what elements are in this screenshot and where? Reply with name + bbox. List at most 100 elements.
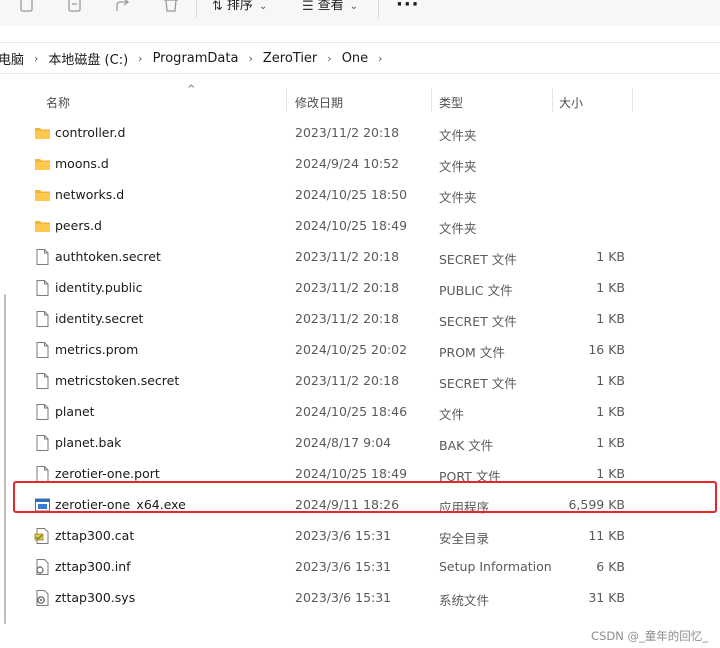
file-date: 2024/10/25 18:50 [295, 187, 408, 202]
file-name: networks.d [55, 187, 125, 202]
address-bar[interactable]: 电脑 › 本地磁盘 (C:) › ProgramData › ZeroTier … [0, 42, 720, 74]
scrollbar[interactable] [4, 294, 6, 624]
file-icon [34, 341, 51, 359]
breadcrumb-this-pc[interactable]: 电脑 [0, 49, 28, 68]
more-options-button[interactable]: ··· [396, 0, 420, 15]
breadcrumb-one[interactable]: One [338, 51, 372, 66]
delete-icon[interactable] [160, 0, 182, 14]
file-row[interactable]: zttap300.inf 2023/3/6 15:31 Setup Informat… [28, 552, 720, 583]
file-row[interactable]: zttap300.sys 2023/3/6 15:31 系统文件 31 KB [28, 583, 720, 614]
file-size: 11 KB [588, 528, 625, 543]
chevron-right-icon[interactable]: › [321, 52, 337, 65]
paste-icon[interactable] [64, 0, 86, 14]
share-icon[interactable] [112, 0, 134, 14]
file-icon [34, 279, 51, 297]
file-row[interactable]: authtoken.secret 2023/11/2 20:18 SECRET 文件… [28, 242, 720, 273]
file-date: 2024/10/25 20:02 [295, 342, 408, 357]
file-type: SECRET 文件 [439, 314, 517, 329]
file-date: 2023/11/2 20:18 [295, 249, 400, 264]
column-divider[interactable] [632, 88, 633, 112]
file-icon [34, 372, 51, 390]
file-icon [34, 310, 51, 328]
folder-icon [34, 186, 51, 204]
file-type: SECRET 文件 [439, 252, 517, 267]
file-name: identity.public [55, 280, 143, 295]
file-row[interactable]: metrics.prom 2024/10/25 20:02 PROM 文件 16 KB [28, 335, 720, 366]
file-type: BAK 文件 [439, 438, 494, 453]
chevron-down-icon: ⌄ [258, 0, 268, 12]
file-date: 2023/11/2 20:18 [295, 373, 400, 388]
file-row[interactable]: controller.d 2023/11/2 20:18 文件夹 [28, 118, 720, 149]
chevron-right-icon[interactable]: › [28, 52, 44, 65]
file-row[interactable]: identity.secret 2023/11/2 20:18 SECRET 文件 1… [28, 304, 720, 335]
file-date: 2023/3/6 15:31 [295, 559, 392, 574]
chevron-right-icon[interactable]: › [242, 52, 258, 65]
file-date: 2023/3/6 15:31 [295, 528, 392, 543]
file-name: planet [55, 404, 95, 419]
sys-icon [34, 589, 51, 607]
file-type: Setup Information [439, 559, 552, 574]
file-date: 2024/8/17 9:04 [295, 435, 392, 450]
file-name: zttap300.cat [55, 528, 135, 543]
column-name[interactable]: 名称 [46, 94, 70, 111]
file-date: 2024/9/24 10:52 [295, 156, 400, 171]
folder-icon [34, 155, 51, 173]
file-size: 1 KB [596, 435, 625, 450]
file-row[interactable]: moons.d 2024/9/24 10:52 文件夹 [28, 149, 720, 180]
file-icon [34, 434, 51, 452]
breadcrumb-zerotier[interactable]: ZeroTier [259, 51, 321, 66]
file-name: controller.d [55, 125, 126, 140]
command-bar: ⇅ 排序 ⌄ ☰ 查看 ⌄ ··· [0, 0, 720, 26]
file-date: 2023/11/2 20:18 [295, 125, 400, 140]
copy-icon[interactable] [16, 0, 38, 14]
column-type[interactable]: 类型 [439, 94, 463, 111]
file-name: zttap300.inf [55, 559, 131, 574]
file-type: 文件夹 [439, 128, 477, 143]
view-button[interactable]: ☰ 查看 ⌄ [302, 0, 358, 15]
file-type: PROM 文件 [439, 345, 505, 360]
view-icon: ☰ [302, 0, 314, 14]
chevron-right-icon[interactable]: › [372, 52, 388, 65]
file-type: SECRET 文件 [439, 376, 517, 391]
file-date: 2024/10/25 18:49 [295, 466, 408, 481]
chevron-right-icon[interactable]: › [132, 52, 148, 65]
watermark: CSDN @_童年的回忆_ [591, 629, 708, 643]
file-name: metricstoken.secret [55, 373, 180, 388]
file-name: authtoken.secret [55, 249, 161, 264]
inf-icon [34, 558, 51, 576]
file-name: moons.d [55, 156, 109, 171]
toolbar-divider [196, 0, 197, 18]
column-divider[interactable] [286, 88, 287, 112]
file-row[interactable]: planet.bak 2024/8/17 9:04 BAK 文件 1 KB [28, 428, 720, 459]
file-type: 文件夹 [439, 159, 477, 174]
column-divider[interactable] [552, 88, 553, 112]
file-name: metrics.prom [55, 342, 139, 357]
file-size: 1 KB [596, 311, 625, 326]
breadcrumb-programdata[interactable]: ProgramData [149, 51, 243, 66]
file-size: 31 KB [588, 590, 625, 605]
chevron-down-icon: ⌄ [349, 0, 359, 12]
file-type: 系统文件 [439, 593, 490, 608]
file-row[interactable]: planet 2024/10/25 18:46 文件 1 KB [28, 397, 720, 428]
file-size: 1 KB [596, 280, 625, 295]
file-row[interactable]: peers.d 2024/10/25 18:49 文件夹 [28, 211, 720, 242]
file-size: 6 KB [596, 559, 625, 574]
file-row[interactable]: metricstoken.secret 2023/11/2 20:18 SECRET… [28, 366, 720, 397]
column-header: ^ 名称 修改日期 类型 大小 [28, 84, 720, 118]
file-icon [34, 403, 51, 421]
sort-button[interactable]: ⇅ 排序 ⌄ [212, 0, 267, 15]
file-icon [34, 248, 51, 266]
file-size: 16 KB [588, 342, 625, 357]
column-date[interactable]: 修改日期 [295, 94, 343, 111]
file-date: 2023/11/2 20:18 [295, 280, 400, 295]
column-divider[interactable] [431, 88, 432, 112]
breadcrumb-local-disk[interactable]: 本地磁盘 (C:) [44, 49, 132, 68]
file-date: 2023/11/2 20:18 [295, 311, 400, 326]
file-row[interactable]: identity.public 2023/11/2 20:18 PUBLIC 文件 1… [28, 273, 720, 304]
file-row[interactable]: zttap300.cat 2023/3/6 15:31 安全目录 11 KB [28, 521, 720, 552]
file-date: 2023/3/6 15:31 [295, 590, 392, 605]
file-type: 文件 [439, 407, 465, 422]
column-size[interactable]: 大小 [559, 94, 583, 111]
file-name: zerotier-one.port [55, 466, 160, 481]
file-row[interactable]: networks.d 2024/10/25 18:50 文件夹 [28, 180, 720, 211]
